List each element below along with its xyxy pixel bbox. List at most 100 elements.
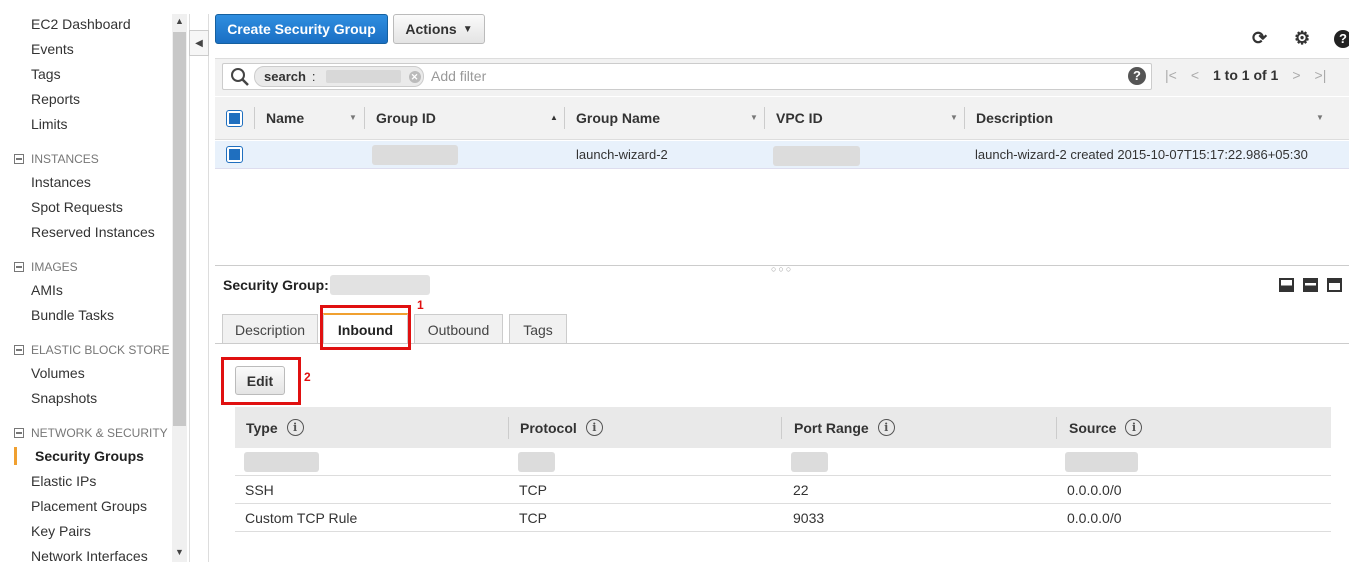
gear-icon[interactable]: ⚙ (1294, 28, 1310, 49)
tab-description[interactable]: Description (222, 314, 318, 344)
col-name[interactable]: Name (266, 110, 304, 126)
sort-icon[interactable]: ▼ (750, 113, 758, 122)
cell-group-name: launch-wizard-2 (576, 147, 668, 162)
section-images[interactable]: IMAGES (14, 260, 78, 274)
create-security-group-button[interactable]: Create Security Group (215, 14, 388, 44)
nav-bundle-tasks[interactable]: Bundle Tasks (31, 307, 114, 323)
sort-asc-icon[interactable]: ▲ (550, 113, 558, 122)
rule-source: 0.0.0.0/0 (1067, 482, 1122, 498)
column-divider (564, 107, 565, 129)
nav-reports[interactable]: Reports (31, 91, 80, 107)
nav-elastic-ips[interactable]: Elastic IPs (31, 473, 96, 489)
search-icon (231, 68, 249, 86)
active-indicator (14, 447, 17, 465)
section-instances[interactable]: INSTANCES (14, 152, 99, 166)
nav-spot-requests[interactable]: Spot Requests (31, 199, 123, 215)
col-group-id[interactable]: Group ID (376, 110, 436, 126)
security-group-label: Security Group: (223, 277, 329, 293)
remove-filter-icon[interactable]: ✕ (408, 70, 421, 83)
tab-tags[interactable]: Tags (509, 314, 567, 344)
info-icon[interactable]: i (585, 419, 603, 436)
annotation-1: 1 (417, 298, 424, 312)
drag-handle-icon[interactable]: ○○○ (771, 264, 793, 274)
next-page-icon[interactable]: > (1292, 67, 1300, 83)
nav-key-pairs[interactable]: Key Pairs (31, 523, 91, 539)
redacted-group-id (372, 145, 458, 165)
col-vpc-id[interactable]: VPC ID (776, 110, 823, 126)
collapse-sidebar-icon[interactable]: ◀ (189, 30, 209, 56)
section-network-security[interactable]: NETWORK & SECURITY (14, 426, 168, 440)
nav-snapshots[interactable]: Snapshots (31, 390, 97, 406)
last-page-icon[interactable]: >| (1315, 67, 1327, 83)
table-row (235, 448, 1331, 476)
rule-type: Custom TCP Rule (245, 510, 358, 526)
select-all-checkbox[interactable] (226, 110, 243, 127)
redacted-group-name (330, 275, 430, 295)
nav-security-groups[interactable]: Security Groups (35, 448, 144, 464)
col-group-name[interactable]: Group Name (576, 110, 660, 126)
chevron-down-icon: ▼ (462, 23, 473, 35)
prev-page-icon[interactable]: < (1191, 67, 1199, 83)
sidebar-collapse-strip (189, 14, 209, 562)
section-ebs[interactable]: ELASTIC BLOCK STORE (14, 343, 170, 357)
nav-instances[interactable]: Instances (31, 174, 91, 190)
split-top-icon[interactable] (1327, 278, 1342, 292)
split-bottom-icon[interactable] (1279, 278, 1294, 292)
filter-help-icon[interactable]: ? (1128, 67, 1146, 85)
collapse-icon (14, 428, 24, 438)
annotation-2: 2 (304, 370, 311, 384)
rules-col-protocol: Protocol i (520, 419, 603, 436)
nav-placement-groups[interactable]: Placement Groups (31, 498, 147, 514)
rule-source: 0.0.0.0/0 (1067, 510, 1122, 526)
nav-tags[interactable]: Tags (31, 66, 61, 82)
collapse-icon (14, 262, 24, 272)
sidebar: EC2 Dashboard Events Tags Reports Limits… (0, 0, 172, 570)
tab-outbound[interactable]: Outbound (414, 314, 503, 344)
rule-port: 22 (793, 482, 809, 498)
redacted-cell (791, 452, 828, 472)
row-checkbox[interactable] (226, 146, 243, 163)
sidebar-scroll-thumb[interactable] (173, 32, 186, 426)
first-page-icon[interactable]: |< (1165, 67, 1177, 83)
add-filter-placeholder[interactable]: Add filter (431, 68, 486, 84)
col-description[interactable]: Description (976, 110, 1053, 126)
nav-network-interfaces[interactable]: Network Interfaces (31, 548, 148, 564)
help-icon[interactable]: ? (1334, 30, 1349, 48)
column-divider (781, 417, 782, 439)
info-icon[interactable]: i (1125, 419, 1143, 436)
rule-protocol: TCP (519, 510, 547, 526)
nav-ec2-dashboard[interactable]: EC2 Dashboard (31, 16, 131, 32)
split-half-icon[interactable] (1303, 278, 1318, 292)
filter-tag[interactable]: search : ✕ (254, 66, 424, 87)
rules-col-port-range: Port Range i (794, 419, 895, 436)
nav-volumes[interactable]: Volumes (31, 365, 85, 381)
rules-header (235, 407, 1331, 448)
refresh-icon[interactable]: ⟳ (1252, 28, 1267, 49)
redacted-cell (518, 452, 555, 472)
column-divider (964, 107, 965, 129)
highlight-box-2 (221, 357, 301, 405)
collapse-icon (14, 154, 24, 164)
column-divider (254, 107, 255, 129)
pager-text: 1 to 1 of 1 (1213, 67, 1279, 83)
highlight-box-1 (320, 305, 411, 350)
nav-limits[interactable]: Limits (31, 116, 68, 132)
column-divider (508, 417, 509, 439)
scroll-up-icon[interactable]: ▲ (175, 16, 184, 26)
pagination: |< < 1 to 1 of 1 > >| (1165, 67, 1326, 83)
sort-icon[interactable]: ▼ (1316, 113, 1324, 122)
nav-amis[interactable]: AMIs (31, 282, 63, 298)
cell-description: launch-wizard-2 created 2015-10-07T15:17… (975, 147, 1308, 162)
nav-events[interactable]: Events (31, 41, 74, 57)
sort-icon[interactable]: ▼ (349, 113, 357, 122)
scroll-down-icon[interactable]: ▼ (175, 547, 184, 557)
rule-type: SSH (245, 482, 274, 498)
rule-port: 9033 (793, 510, 825, 526)
nav-reserved-instances[interactable]: Reserved Instances (31, 224, 155, 240)
info-icon[interactable]: i (877, 419, 895, 436)
info-icon[interactable]: i (286, 419, 304, 436)
actions-dropdown[interactable]: Actions ▼ (393, 14, 485, 44)
sort-icon[interactable]: ▼ (950, 113, 958, 122)
rules-col-source: Source i (1069, 419, 1143, 436)
rule-protocol: TCP (519, 482, 547, 498)
